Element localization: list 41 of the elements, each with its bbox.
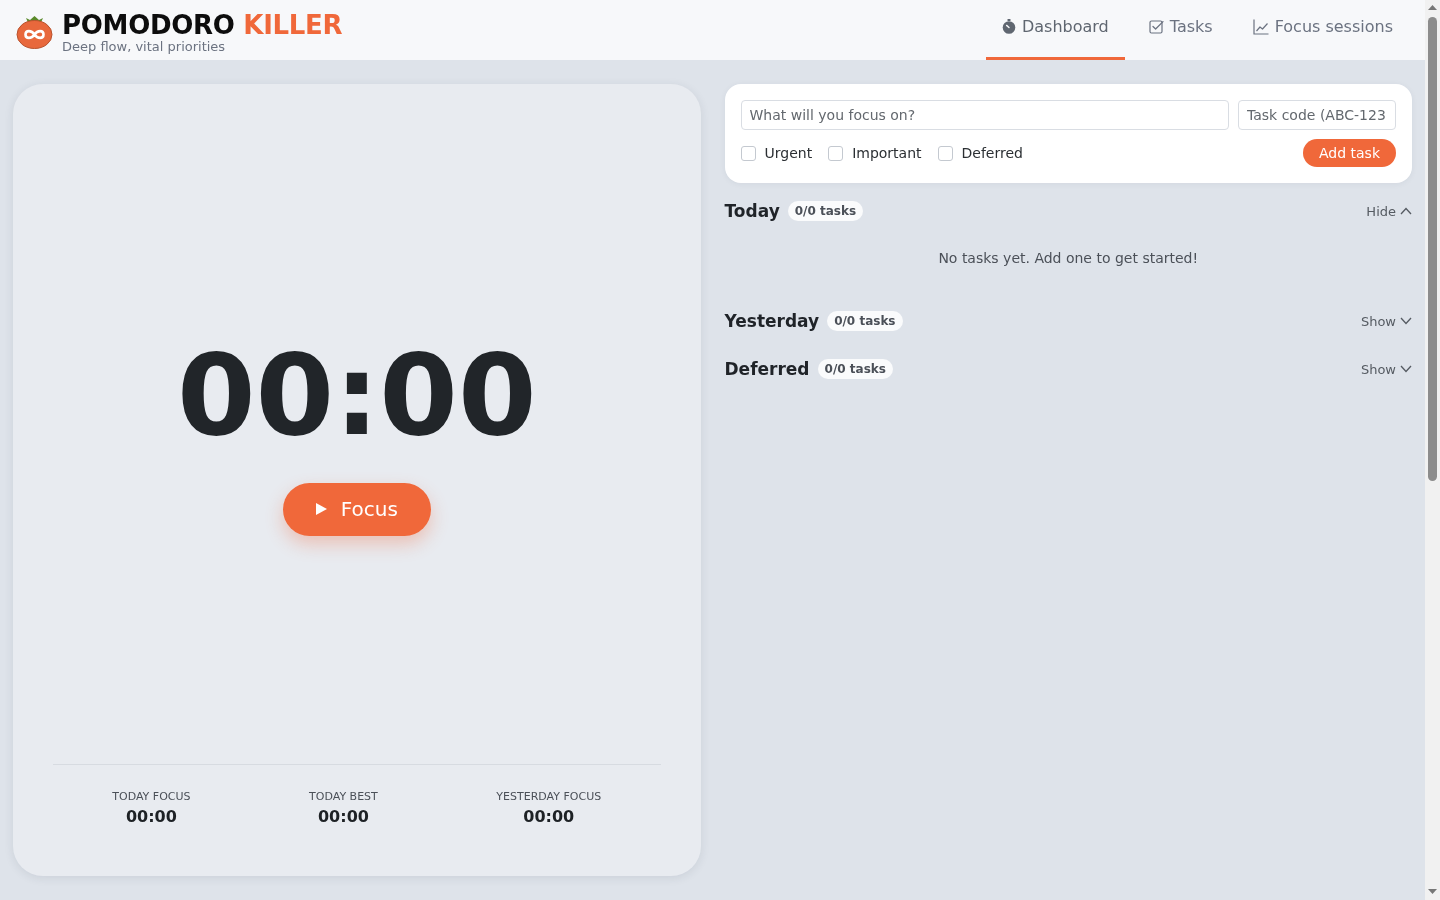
task-count-badge: 0/0 tasks: [827, 311, 903, 331]
stat-label: TODAY BEST: [309, 790, 378, 804]
section-title: Deferred: [724, 359, 810, 379]
app-title: POMODORO KILLER: [62, 9, 343, 40]
checkbox-tick-icon: [1148, 19, 1164, 34]
add-task-button[interactable]: Add task: [1302, 139, 1396, 167]
stat-value: 00:00: [523, 807, 575, 827]
section-title: Today: [724, 201, 780, 221]
scroll-up-arrow-icon[interactable]: [1428, 5, 1437, 10]
nav-tab[interactable]: Focus sessions: [1236, 0, 1409, 60]
stat-value: 00:00: [125, 807, 177, 827]
stat-label: YESTERDAY FOCUS: [496, 790, 602, 804]
section-title: Yesterday: [724, 311, 820, 331]
checkbox[interactable]: [828, 145, 844, 161]
task-code-input[interactable]: Task code (ABC-123: [1238, 100, 1396, 130]
toggle-button[interactable]: Hide: [1366, 203, 1412, 219]
line-chart-icon: [1252, 18, 1269, 35]
task-title-input[interactable]: What will you focus on?: [740, 100, 1229, 130]
scrollbar[interactable]: [1425, 0, 1440, 900]
checkbox[interactable]: [937, 145, 953, 161]
toggle-button[interactable]: Show: [1360, 361, 1412, 377]
checkbox-label: Important: [852, 145, 922, 161]
tagline: Deep flow, vital priorities: [62, 38, 227, 55]
toggle-button[interactable]: Show: [1360, 313, 1412, 329]
tomato-logo-icon: [16, 13, 53, 49]
empty-message: No tasks yet. Add one to get started!: [937, 249, 1200, 268]
checkbox[interactable]: [740, 145, 756, 161]
checkbox-label: Urgent: [764, 145, 813, 161]
play-icon: [315, 503, 327, 515]
checkbox-label: Deferred: [961, 145, 1023, 161]
task-count-badge: 0/0 tasks: [787, 201, 864, 221]
stat-value: 00:00: [317, 807, 369, 827]
timer-display: 00:00: [176, 332, 537, 457]
stat-label: TODAY FOCUS: [112, 790, 191, 804]
focus-button[interactable]: Focus: [282, 482, 431, 536]
stopwatch-icon: [1001, 19, 1016, 34]
nav-tab[interactable]: Tasks: [1132, 0, 1229, 60]
scroll-down-arrow-icon[interactable]: [1428, 889, 1437, 894]
scrollbar-thumb[interactable]: [1428, 17, 1437, 481]
nav-tab[interactable]: Dashboard: [985, 0, 1125, 60]
task-count-badge: 0/0 tasks: [817, 359, 893, 379]
